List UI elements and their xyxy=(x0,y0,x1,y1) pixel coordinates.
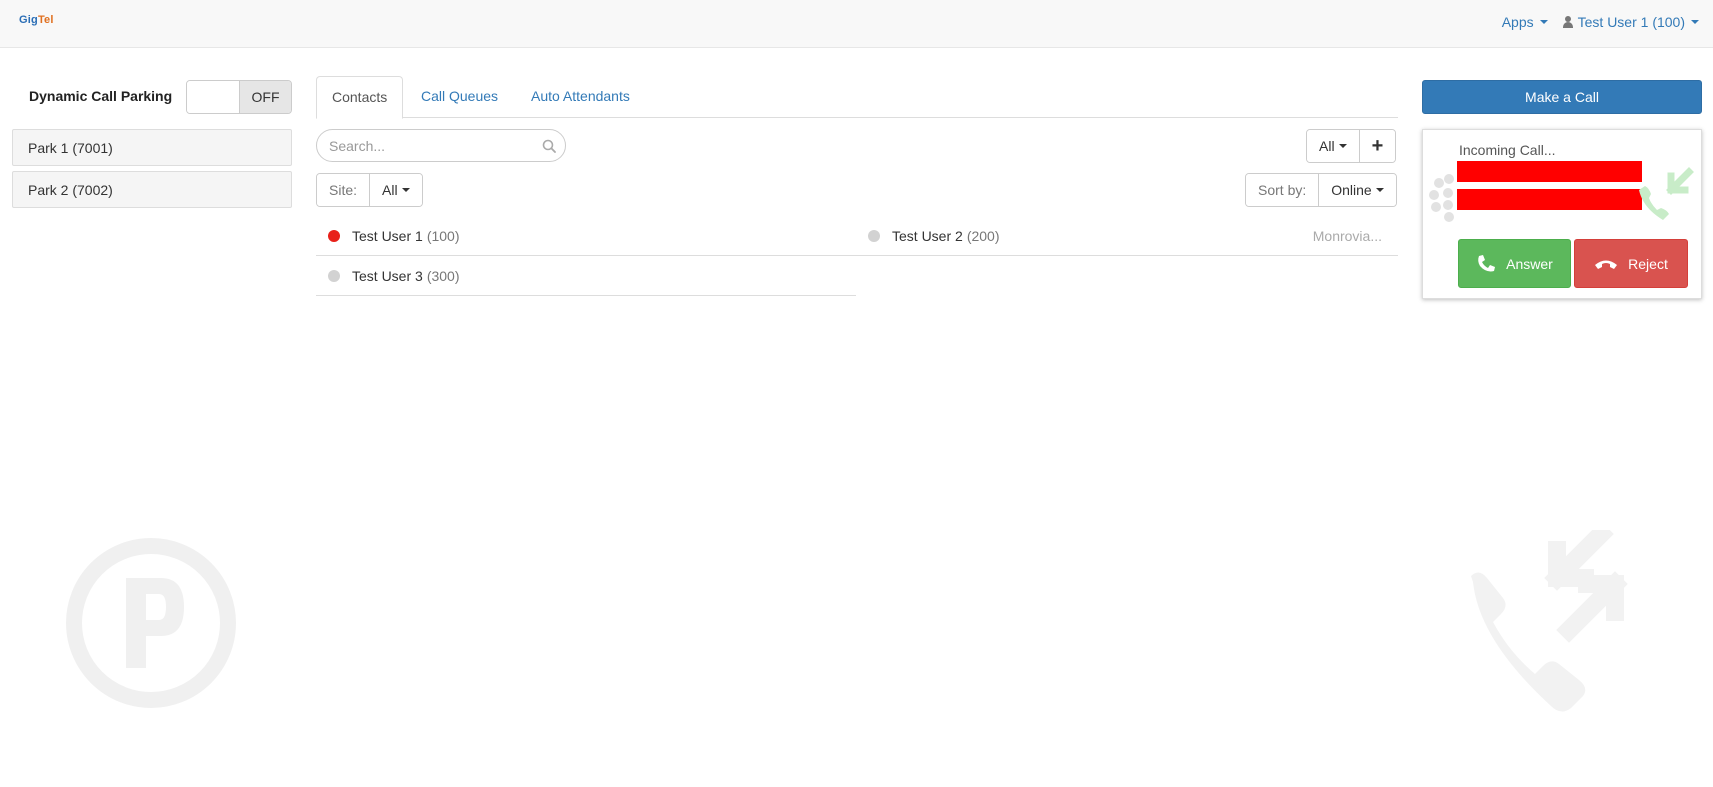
contacts-actions: All + xyxy=(1306,129,1397,163)
contact-row[interactable]: Test User 2 (200) Monrovia... xyxy=(856,216,1398,256)
sort-filter-dropdown[interactable]: Online xyxy=(1318,174,1396,206)
call-parking-title: Dynamic Call Parking xyxy=(29,88,173,104)
filter-all-label: All xyxy=(1319,138,1335,154)
toggle-state-label: OFF xyxy=(239,81,291,113)
park-slot[interactable]: Park 1 (7001) xyxy=(12,129,292,166)
contact-name: Test User 2 xyxy=(892,227,963,244)
caller-name-redacted xyxy=(1457,161,1642,182)
make-call-button[interactable]: Make a Call xyxy=(1422,80,1702,114)
chevron-down-icon xyxy=(1338,144,1347,148)
tab-auto-attendants[interactable]: Auto Attendants xyxy=(516,76,645,118)
chevron-down-icon xyxy=(1691,20,1699,24)
tab-call-queues[interactable]: Call Queues xyxy=(406,76,513,118)
plus-icon: + xyxy=(1371,135,1384,157)
contact-row[interactable]: Test User 3 (300) xyxy=(316,256,856,296)
site-filter: Site: All xyxy=(316,173,423,207)
search-icon[interactable] xyxy=(542,139,556,153)
contact-name: Test User 1 xyxy=(352,227,423,244)
park-slot[interactable]: Park 2 (7002) xyxy=(12,171,292,208)
apps-menu-label: Apps xyxy=(1501,14,1534,30)
contact-extension: (100) xyxy=(426,227,460,244)
chevron-down-icon xyxy=(401,188,410,192)
status-offline-icon xyxy=(868,229,880,242)
sort-filter: Sort by: Online xyxy=(1245,173,1397,207)
contact-name: Test User 3 xyxy=(352,267,423,284)
status-busy-icon xyxy=(328,229,340,242)
call-parking-header: Dynamic Call Parking OFF xyxy=(29,80,292,114)
navbar-right: Apps Test User 1 (100) xyxy=(1502,14,1699,30)
chevron-down-icon xyxy=(1375,188,1384,192)
contacts-tabs: Contacts Call Queues Auto Attendants xyxy=(316,76,1398,119)
incoming-call-card: Incoming Call... Answer Reject xyxy=(1422,129,1702,299)
contact-site: Monrovia... xyxy=(1312,227,1382,244)
sort-filter-label: Sort by: xyxy=(1246,174,1319,206)
call-parking-toggle[interactable]: OFF xyxy=(186,80,292,114)
contact-extension: (300) xyxy=(426,267,460,284)
caller-number-redacted xyxy=(1457,189,1642,210)
reject-button[interactable]: Reject xyxy=(1574,239,1688,288)
parking-watermark-icon xyxy=(66,538,236,708)
answer-button-label: Answer xyxy=(1506,255,1553,272)
top-navbar: GigTel Apps Test User 1 (100) xyxy=(0,0,1713,48)
filter-all-dropdown[interactable]: All xyxy=(1307,130,1359,162)
search-input[interactable] xyxy=(329,137,529,154)
reject-button-label: Reject xyxy=(1628,255,1668,272)
app-logo[interactable]: GigTel xyxy=(19,14,54,26)
user-menu[interactable]: Test User 1 (100) xyxy=(1562,14,1699,30)
site-filter-label: Site: xyxy=(317,174,370,206)
search-box xyxy=(316,129,566,162)
answer-button[interactable]: Answer xyxy=(1458,239,1571,288)
incoming-call-label: Incoming Call... xyxy=(1459,142,1556,158)
add-contact-button[interactable]: + xyxy=(1358,130,1396,162)
tab-contacts[interactable]: Contacts xyxy=(316,76,404,119)
apps-menu[interactable]: Apps xyxy=(1502,14,1548,30)
contact-extension: (200) xyxy=(966,227,1000,244)
chevron-down-icon xyxy=(1539,20,1548,24)
incoming-call-icon xyxy=(1639,167,1694,220)
hangup-icon xyxy=(1595,260,1618,269)
site-filter-value: All xyxy=(382,182,398,198)
user-menu-label: Test User 1 (100) xyxy=(1577,14,1685,30)
status-offline-icon xyxy=(328,269,340,282)
contact-row[interactable]: Test User 1 (100) xyxy=(316,216,856,256)
phone-icon xyxy=(1478,254,1496,271)
user-icon xyxy=(1562,16,1574,28)
toggle-track xyxy=(187,81,239,113)
site-filter-dropdown[interactable]: All xyxy=(369,174,422,206)
calls-watermark-icon xyxy=(1471,530,1628,712)
sort-filter-value: Online xyxy=(1331,182,1372,198)
